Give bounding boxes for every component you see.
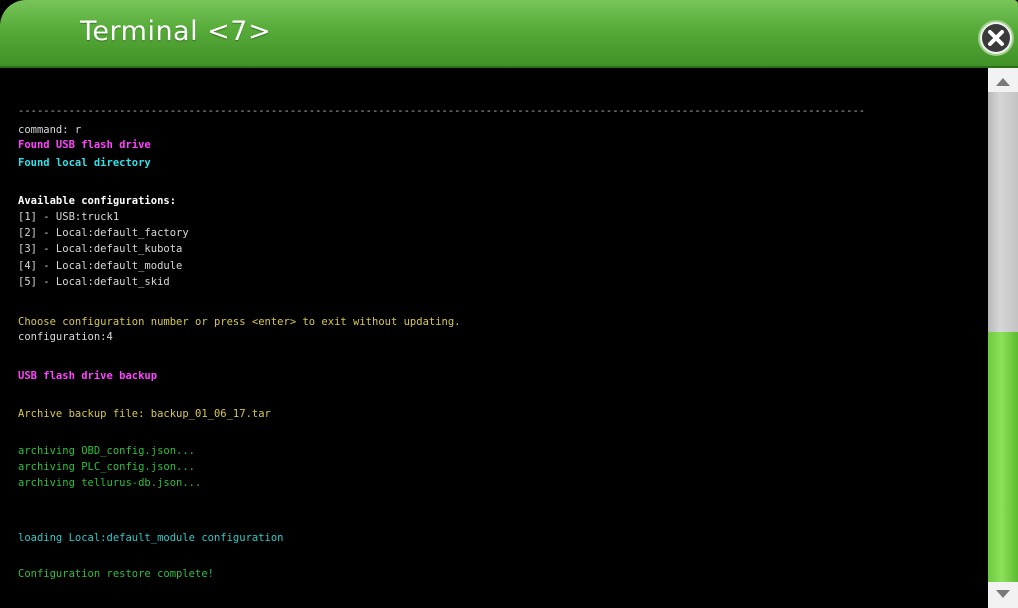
terminal-line: [4] - Local:default_module — [18, 260, 183, 272]
terminal-line: Found USB flash drive — [18, 139, 151, 151]
scroll-thumb[interactable] — [988, 332, 1018, 582]
terminal-line: command: r — [18, 124, 82, 136]
terminal-line: Configuration restore complete! — [18, 568, 214, 580]
terminal-output[interactable]: ----------------------------------------… — [14, 68, 980, 608]
terminal-line: Archive backup file: backup_01_06_17.tar — [18, 408, 271, 420]
terminal-line: configuration:4 — [18, 331, 113, 343]
chevron-up-icon[interactable] — [996, 78, 1010, 86]
terminal-line: archiving PLC_config.json... — [18, 461, 196, 473]
terminal-line: USB flash drive backup — [18, 370, 158, 382]
terminal-line: [5] - Local:default_skid — [18, 276, 170, 288]
terminal-line: Available configurations: — [18, 195, 177, 207]
terminal-line: Choose configuration number or press <en… — [18, 316, 461, 328]
window-title: Terminal <7> — [80, 16, 272, 47]
terminal-line: [3] - Local:default_kubota — [18, 243, 183, 255]
close-button[interactable] — [980, 22, 1012, 54]
title-bar[interactable]: Terminal <7> — [0, 0, 1018, 68]
chevron-down-icon[interactable] — [996, 590, 1010, 598]
terminal-window: Terminal <7> ---------------------------… — [0, 0, 1018, 608]
close-icon — [982, 24, 1010, 52]
terminal-line: archiving OBD_config.json... — [18, 445, 196, 457]
vertical-scrollbar[interactable] — [988, 68, 1018, 608]
terminal-line: Found local directory — [18, 157, 151, 169]
separator-line: ----------------------------------------… — [18, 105, 866, 117]
terminal-line: loading Local:default_module configurati… — [18, 532, 284, 544]
terminal-line: [2] - Local:default_factory — [18, 227, 189, 239]
terminal-line: [1] - USB:truck1 — [18, 211, 120, 223]
terminal-line: archiving tellurus-db.json... — [18, 477, 202, 489]
